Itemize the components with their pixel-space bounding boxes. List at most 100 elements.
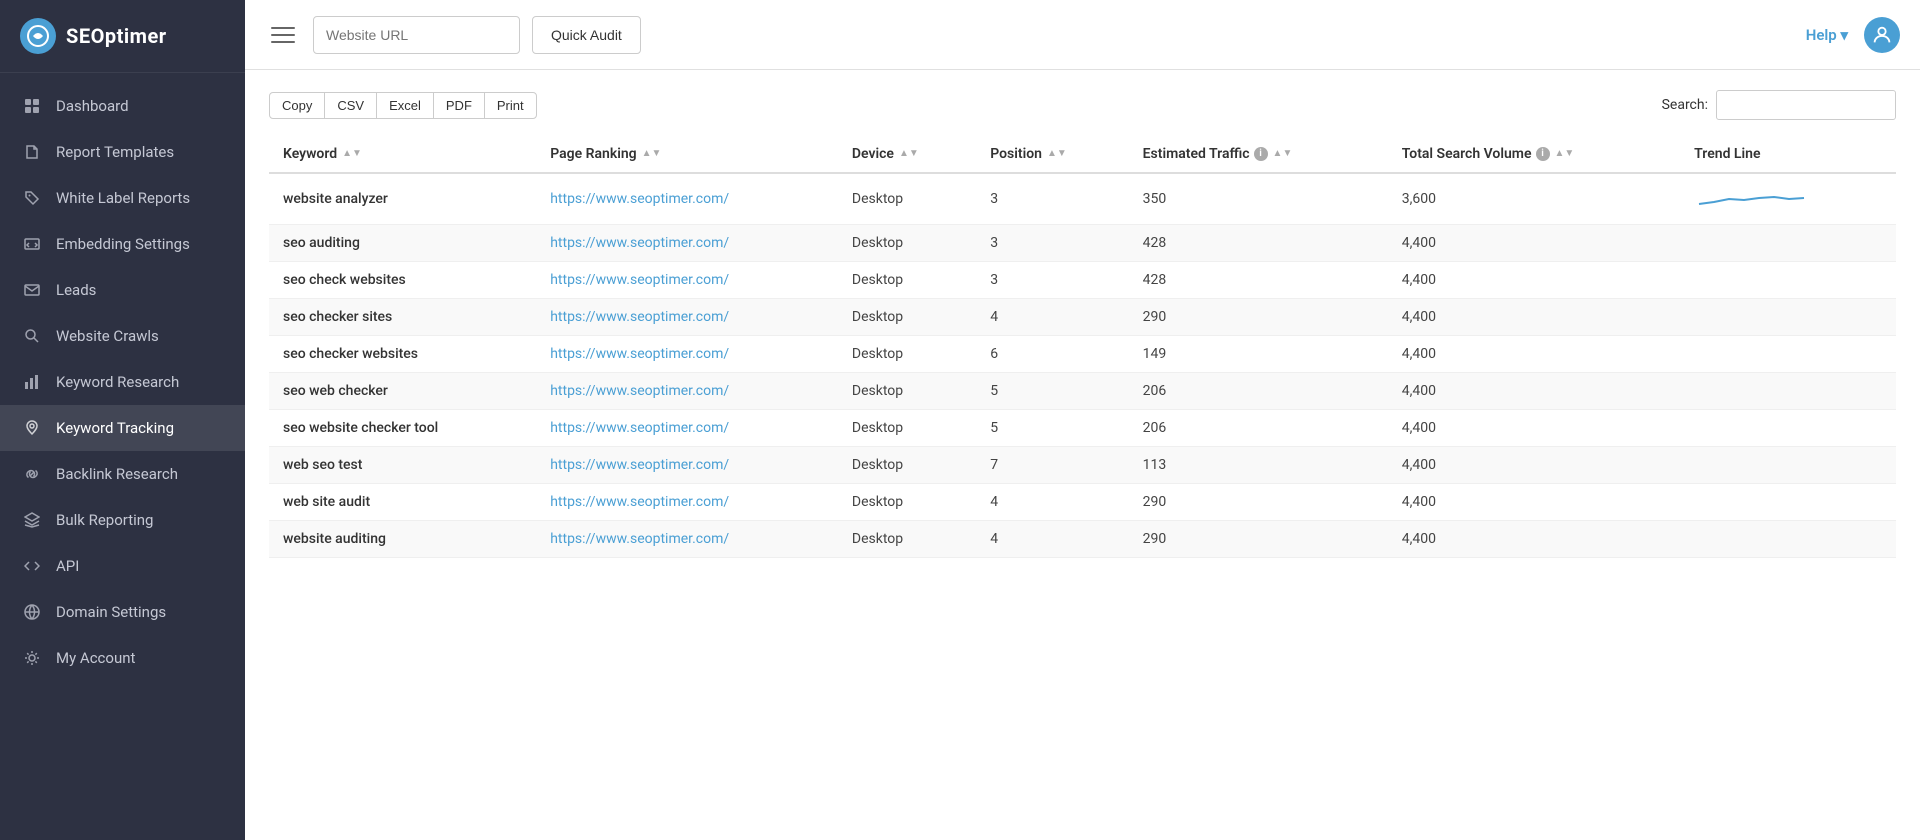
table-row: seo checker websites https://www.seoptim… bbox=[269, 336, 1896, 373]
sidebar-nav: Dashboard Report Templates White Label R… bbox=[0, 73, 245, 840]
cell-keyword: seo website checker tool bbox=[269, 410, 536, 447]
cell-page-ranking: https://www.seoptimer.com/ bbox=[536, 484, 838, 521]
sidebar-item-domain-settings[interactable]: Domain Settings bbox=[0, 589, 245, 635]
nav-label-my-account: My Account bbox=[56, 649, 223, 667]
ranking-link[interactable]: https://www.seoptimer.com/ bbox=[550, 235, 729, 251]
cell-keyword: seo web checker bbox=[269, 373, 536, 410]
info-icon-total-search-volume[interactable]: i bbox=[1536, 147, 1550, 161]
cell-position: 4 bbox=[976, 521, 1128, 558]
export-buttons: CopyCSVExcelPDFPrint bbox=[269, 92, 536, 119]
sidebar-item-bulk-reporting[interactable]: Bulk Reporting bbox=[0, 497, 245, 543]
link-icon bbox=[22, 464, 42, 484]
col-header-page-ranking[interactable]: Page Ranking▲▼ bbox=[536, 136, 838, 173]
cell-device: Desktop bbox=[838, 410, 976, 447]
cell-traffic: 113 bbox=[1129, 447, 1388, 484]
cell-traffic: 149 bbox=[1129, 336, 1388, 373]
sidebar-item-leads[interactable]: Leads bbox=[0, 267, 245, 313]
cell-device: Desktop bbox=[838, 373, 976, 410]
nav-label-leads: Leads bbox=[56, 281, 223, 299]
cell-volume: 4,400 bbox=[1388, 336, 1680, 373]
quick-audit-button[interactable]: Quick Audit bbox=[532, 16, 641, 54]
cell-keyword: seo check websites bbox=[269, 262, 536, 299]
info-icon-estimated-traffic[interactable]: i bbox=[1254, 147, 1268, 161]
ranking-link[interactable]: https://www.seoptimer.com/ bbox=[550, 420, 729, 436]
logo-text: SEOptimer bbox=[66, 24, 167, 48]
cell-trend bbox=[1680, 410, 1896, 447]
cell-traffic: 428 bbox=[1129, 262, 1388, 299]
data-table: Keyword▲▼Page Ranking▲▼Device▲▼Position▲… bbox=[269, 136, 1896, 558]
sidebar-item-my-account[interactable]: My Account bbox=[0, 635, 245, 681]
ranking-link[interactable]: https://www.seoptimer.com/ bbox=[550, 191, 729, 207]
layers-icon bbox=[22, 510, 42, 530]
user-avatar[interactable] bbox=[1864, 17, 1900, 53]
table-row: seo check websites https://www.seoptimer… bbox=[269, 262, 1896, 299]
ranking-link[interactable]: https://www.seoptimer.com/ bbox=[550, 531, 729, 547]
menu-toggle-button[interactable] bbox=[265, 17, 301, 53]
cell-page-ranking: https://www.seoptimer.com/ bbox=[536, 225, 838, 262]
cell-trend bbox=[1680, 225, 1896, 262]
col-header-estimated-traffic[interactable]: Estimated Traffici▲▼ bbox=[1129, 136, 1388, 173]
ranking-link[interactable]: https://www.seoptimer.com/ bbox=[550, 457, 729, 473]
cell-page-ranking: https://www.seoptimer.com/ bbox=[536, 447, 838, 484]
sidebar-item-report-templates[interactable]: Report Templates bbox=[0, 129, 245, 175]
table-row: web site audit https://www.seoptimer.com… bbox=[269, 484, 1896, 521]
logo-icon bbox=[20, 18, 56, 54]
sidebar-item-api[interactable]: API bbox=[0, 543, 245, 589]
export-copy-button[interactable]: Copy bbox=[269, 92, 325, 119]
grid-icon bbox=[22, 96, 42, 116]
help-button[interactable]: Help ▾ bbox=[1806, 26, 1848, 44]
cell-position: 3 bbox=[976, 225, 1128, 262]
sidebar-item-white-label[interactable]: White Label Reports bbox=[0, 175, 245, 221]
cell-trend bbox=[1680, 262, 1896, 299]
sidebar-logo: SEOptimer bbox=[0, 0, 245, 73]
table-row: website auditing https://www.seoptimer.c… bbox=[269, 521, 1896, 558]
url-input[interactable] bbox=[313, 16, 520, 54]
sidebar-item-backlink-research[interactable]: Backlink Research bbox=[0, 451, 245, 497]
export-excel-button[interactable]: Excel bbox=[376, 92, 434, 119]
cell-keyword: website auditing bbox=[269, 521, 536, 558]
sidebar-item-dashboard[interactable]: Dashboard bbox=[0, 83, 245, 129]
export-pdf-button[interactable]: PDF bbox=[433, 92, 485, 119]
ranking-link[interactable]: https://www.seoptimer.com/ bbox=[550, 309, 729, 325]
col-header-device[interactable]: Device▲▼ bbox=[838, 136, 976, 173]
sidebar-item-website-crawls[interactable]: Website Crawls bbox=[0, 313, 245, 359]
globe-icon bbox=[22, 602, 42, 622]
sort-icon-total-search-volume: ▲▼ bbox=[1555, 149, 1575, 159]
ranking-link[interactable]: https://www.seoptimer.com/ bbox=[550, 383, 729, 399]
cell-page-ranking: https://www.seoptimer.com/ bbox=[536, 299, 838, 336]
export-csv-button[interactable]: CSV bbox=[324, 92, 377, 119]
cell-volume: 4,400 bbox=[1388, 484, 1680, 521]
ranking-link[interactable]: https://www.seoptimer.com/ bbox=[550, 494, 729, 510]
cell-volume: 4,400 bbox=[1388, 299, 1680, 336]
cell-position: 4 bbox=[976, 484, 1128, 521]
cell-traffic: 290 bbox=[1129, 521, 1388, 558]
cell-traffic: 290 bbox=[1129, 299, 1388, 336]
col-header-position[interactable]: Position▲▼ bbox=[976, 136, 1128, 173]
sidebar-item-embedding[interactable]: Embedding Settings bbox=[0, 221, 245, 267]
col-header-total-search-volume[interactable]: Total Search Volumei▲▼ bbox=[1388, 136, 1680, 173]
nav-label-bulk-reporting: Bulk Reporting bbox=[56, 511, 223, 529]
nav-label-domain-settings: Domain Settings bbox=[56, 603, 223, 621]
nav-label-white-label: White Label Reports bbox=[56, 189, 223, 207]
sort-icon-page-ranking: ▲▼ bbox=[642, 149, 662, 159]
export-print-button[interactable]: Print bbox=[484, 92, 537, 119]
sidebar-item-keyword-tracking[interactable]: Keyword Tracking bbox=[0, 405, 245, 451]
cell-device: Desktop bbox=[838, 336, 976, 373]
col-header-trend-line: Trend Line bbox=[1680, 136, 1896, 173]
table-row: seo checker sites https://www.seoptimer.… bbox=[269, 299, 1896, 336]
cell-volume: 4,400 bbox=[1388, 225, 1680, 262]
cell-position: 3 bbox=[976, 173, 1128, 225]
cell-traffic: 428 bbox=[1129, 225, 1388, 262]
sidebar-item-keyword-research[interactable]: Keyword Research bbox=[0, 359, 245, 405]
cell-position: 7 bbox=[976, 447, 1128, 484]
ranking-link[interactable]: https://www.seoptimer.com/ bbox=[550, 272, 729, 288]
search-input[interactable] bbox=[1716, 90, 1896, 120]
cell-device: Desktop bbox=[838, 484, 976, 521]
col-header-keyword[interactable]: Keyword▲▼ bbox=[269, 136, 536, 173]
cell-keyword: seo checker websites bbox=[269, 336, 536, 373]
nav-label-website-crawls: Website Crawls bbox=[56, 327, 223, 345]
file-icon bbox=[22, 142, 42, 162]
ranking-link[interactable]: https://www.seoptimer.com/ bbox=[550, 346, 729, 362]
nav-label-backlink-research: Backlink Research bbox=[56, 465, 223, 483]
mail-icon bbox=[22, 280, 42, 300]
